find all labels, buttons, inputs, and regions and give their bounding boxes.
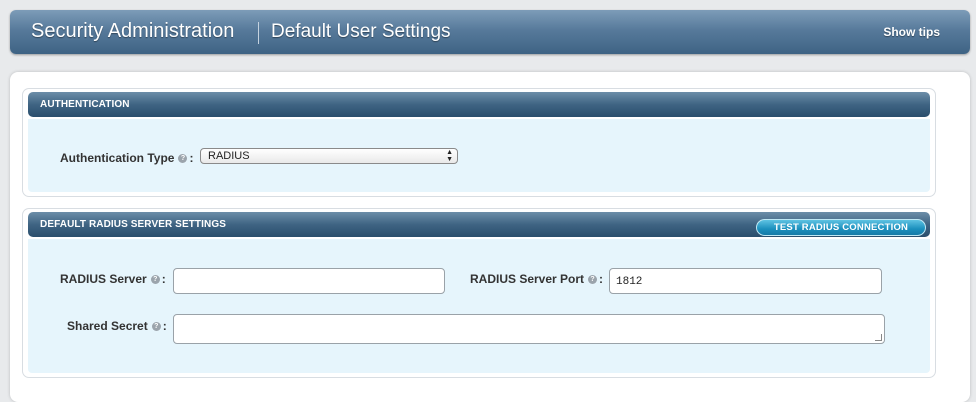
authentication-type-value: RADIUS: [208, 150, 250, 162]
authentication-header: AUTHENTICATION: [28, 92, 930, 117]
colon: :: [161, 272, 166, 286]
colon: :: [162, 319, 167, 333]
radius-body: [28, 239, 930, 373]
authentication-type-label: Authentication Type?:: [60, 151, 193, 165]
colon: :: [599, 272, 604, 286]
title-divider: [258, 22, 259, 44]
select-arrows-icon: ▲ ▼: [446, 149, 453, 163]
radius-server-port-text: RADIUS Server Port: [470, 272, 585, 286]
app-title: Security Administration: [31, 20, 235, 42]
radius-server-input[interactable]: [173, 268, 445, 294]
shared-secret-label: Shared Secret?:: [67, 319, 167, 333]
question-icon[interactable]: ?: [150, 275, 160, 285]
resize-handle-icon[interactable]: [875, 334, 882, 341]
shared-secret-textarea[interactable]: [173, 314, 885, 344]
show-tips-link[interactable]: Show tips: [883, 25, 940, 39]
radius-server-port-label: RADIUS Server Port?:: [470, 272, 603, 286]
radius-server-text: RADIUS Server: [60, 272, 147, 286]
colon: :: [189, 151, 194, 165]
authentication-type-select[interactable]: RADIUS ▲ ▼: [200, 148, 458, 164]
question-icon[interactable]: ?: [151, 322, 161, 332]
question-icon[interactable]: ?: [588, 275, 598, 285]
app-header: Security Administration Default User Set…: [10, 10, 970, 54]
question-icon[interactable]: ?: [178, 154, 188, 164]
authentication-title: AUTHENTICATION: [40, 99, 130, 110]
test-radius-connection-button[interactable]: TEST RADIUS CONNECTION: [756, 219, 926, 236]
shared-secret-text: Shared Secret: [67, 319, 148, 333]
radius-title: DEFAULT RADIUS SERVER SETTINGS: [40, 219, 226, 230]
radius-server-port-input[interactable]: 1812: [609, 268, 882, 294]
page-title: Default User Settings: [271, 21, 451, 42]
authentication-type-text: Authentication Type: [60, 151, 175, 165]
radius-server-port-value: 1812: [616, 276, 643, 288]
authentication-panel: AUTHENTICATION: [22, 88, 936, 197]
radius-server-label: RADIUS Server?:: [60, 272, 166, 286]
